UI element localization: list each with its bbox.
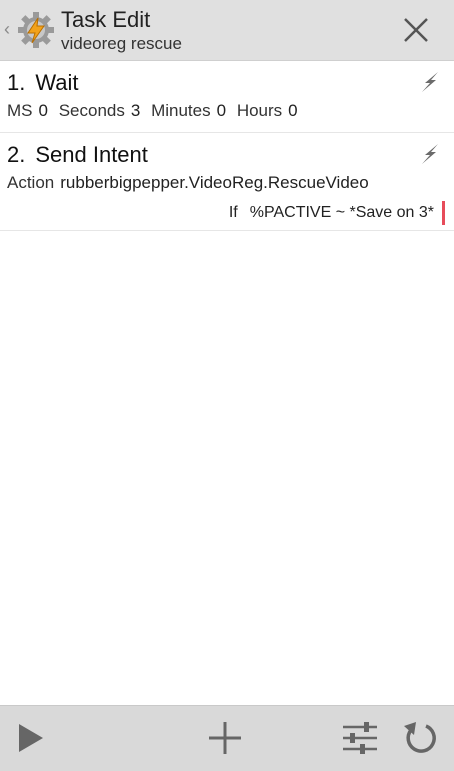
param-value: 3 [130, 101, 141, 120]
param-label: Seconds [58, 101, 125, 120]
settings-sliders-icon[interactable] [340, 718, 380, 758]
action-condition: If %PACTIVE ~ *Save on 3* [229, 204, 434, 222]
action-item[interactable]: 1. Wait MS 0 Seconds 3 Minutes 0 Hours 0 [0, 62, 454, 133]
param-label: MS [7, 101, 33, 120]
param-value: 0 [38, 101, 48, 120]
condition-marker [442, 201, 445, 225]
action-item[interactable]: 2. Send Intent Action rubberbigpepper.Vide… [0, 134, 454, 231]
lightning-icon [422, 72, 438, 92]
param-value: rubberbigpepper.VideoReg.RescueVideo [60, 173, 369, 192]
action-name: Wait [35, 70, 79, 95]
close-icon[interactable] [398, 12, 434, 48]
param-label: Hours [236, 101, 283, 120]
param-label: Minutes [151, 101, 211, 120]
tasker-gear-icon[interactable] [16, 10, 56, 50]
action-number: 2. [7, 142, 26, 167]
condition-text: %PACTIVE ~ *Save on 3* [249, 204, 434, 221]
action-title: 2. Send Intent [7, 142, 148, 168]
action-params: MS 0 Seconds 3 Minutes 0 Hours 0 [7, 101, 304, 121]
title-bar: ‹ Task Edit videoreg rescue [0, 0, 454, 61]
bottom-toolbar [0, 705, 454, 771]
condition-keyword: If [228, 204, 238, 221]
param-value: 0 [288, 101, 298, 120]
page-title: Task Edit [61, 7, 151, 32]
param-value: 0 [216, 101, 227, 120]
add-icon[interactable] [205, 718, 245, 758]
action-params: Action rubberbigpepper.VideoReg.RescueVid… [7, 173, 375, 193]
action-title: 1. Wait [7, 70, 79, 96]
play-icon[interactable] [10, 718, 50, 758]
param-label: Action [7, 173, 55, 192]
action-number: 1. [7, 70, 26, 95]
task-name: videoreg rescue [61, 34, 182, 53]
lightning-icon [422, 144, 438, 164]
chevron-left-icon[interactable]: ‹ [4, 20, 14, 38]
undo-icon[interactable] [400, 718, 440, 758]
action-name: Send Intent [35, 142, 148, 167]
